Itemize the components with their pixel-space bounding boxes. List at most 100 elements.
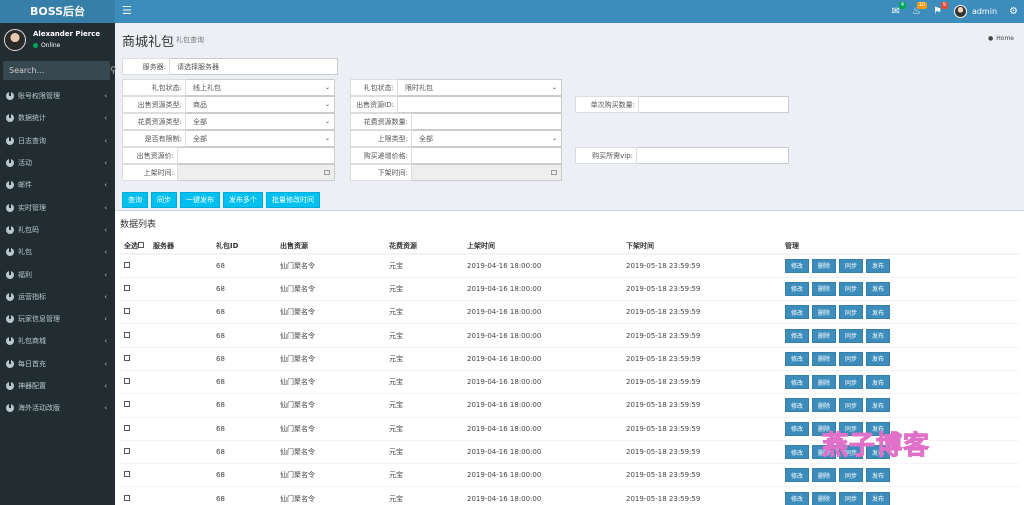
chevron-down-icon: ⌄	[551, 84, 557, 91]
row-publish-button[interactable]: 发布	[866, 328, 891, 343]
flag-icon[interactable]: ⚑ 9	[933, 1, 948, 18]
row-checkbox[interactable]	[124, 401, 130, 408]
row-publish-button[interactable]: 发布	[866, 305, 891, 320]
search-input[interactable]	[3, 66, 110, 75]
buy-price-input[interactable]	[412, 147, 562, 164]
sell-type-select[interactable]: 商品 ⌄	[186, 96, 335, 113]
row-publish-button[interactable]: 发布	[866, 468, 891, 483]
sidebar-item[interactable]: 神器配置 ‹	[0, 375, 115, 397]
sidebar-item[interactable]: 玩家信息管理 ‹	[0, 308, 115, 330]
sell-id-input[interactable]	[398, 96, 562, 113]
edit-button[interactable]: 修改	[785, 491, 810, 505]
delete-button[interactable]: 删除	[812, 258, 837, 273]
row-checkbox[interactable]	[124, 308, 130, 315]
sidebar-item[interactable]: 礼包 ‹	[0, 241, 115, 263]
edit-button[interactable]: 修改	[785, 328, 810, 343]
edit-button[interactable]: 修改	[785, 281, 810, 296]
row-publish-button[interactable]: 发布	[866, 258, 891, 273]
sidebar-item[interactable]: 运营指标 ‹	[0, 286, 115, 308]
delete-button[interactable]: 删除	[812, 281, 837, 296]
sidebar-item[interactable]: 礼包码 ‹	[0, 219, 115, 241]
sidebar-item[interactable]: 实时管理 ‹	[0, 196, 115, 218]
edit-button[interactable]: 修改	[785, 258, 810, 273]
has-limit-select[interactable]: 全部 ⌄	[186, 130, 335, 147]
row-publish-button[interactable]: 发布	[866, 281, 891, 296]
app-logo[interactable]: BOSS后台	[0, 0, 115, 23]
user-menu[interactable]: admin	[953, 5, 997, 18]
col-manage: 管理	[781, 238, 1019, 255]
row-sync-button[interactable]: 同步	[839, 281, 864, 296]
sidebar-item[interactable]: 每日首充 ‹	[0, 353, 115, 375]
sidebar-item[interactable]: 福利 ‹	[0, 263, 115, 285]
row-checkbox[interactable]	[124, 471, 130, 478]
delete-button[interactable]: 删除	[812, 351, 837, 366]
delete-button[interactable]: 删除	[812, 375, 837, 390]
cost-qty-input[interactable]	[412, 113, 562, 130]
vip-input[interactable]	[637, 147, 789, 164]
edit-button[interactable]: 修改	[785, 421, 810, 436]
publish-one-button[interactable]: 一键发布	[180, 192, 220, 208]
user-status: Online	[33, 42, 60, 49]
calendar-icon[interactable]	[324, 170, 330, 175]
row-sync-button[interactable]: 同步	[839, 351, 864, 366]
row-sync-button[interactable]: 同步	[839, 398, 864, 413]
cost-type-select[interactable]: 全部 ⌄	[186, 113, 335, 130]
delete-button[interactable]: 删除	[812, 468, 837, 483]
sidebar-item[interactable]: 账号权限管理 ‹	[0, 85, 115, 107]
single-buy-input[interactable]	[639, 96, 789, 113]
row-checkbox[interactable]	[124, 284, 130, 291]
edit-button[interactable]: 修改	[785, 398, 810, 413]
edit-button[interactable]: 修改	[785, 468, 810, 483]
off-time-input[interactable]	[412, 164, 562, 181]
row-sync-button[interactable]: 同步	[839, 305, 864, 320]
row-checkbox[interactable]	[124, 331, 130, 338]
sidebar-item[interactable]: 数据统计 ‹	[0, 107, 115, 129]
select-all-header[interactable]: 全选	[120, 238, 149, 255]
limit-type-select[interactable]: 全部 ⌄	[412, 130, 562, 147]
batch-time-button[interactable]: 批量修改时间	[266, 192, 320, 208]
breadcrumb-home[interactable]: Home	[996, 35, 1014, 42]
server-select[interactable]: 请选择服务器	[170, 58, 338, 75]
delete-button[interactable]: 删除	[812, 491, 837, 505]
row-sync-button[interactable]: 同步	[839, 491, 864, 505]
row-checkbox[interactable]	[124, 424, 130, 431]
sidebar-item[interactable]: 日志查询 ‹	[0, 130, 115, 152]
sidebar-item[interactable]: 礼包商城 ‹	[0, 330, 115, 352]
sidebar-item[interactable]: 邮件 ‹	[0, 174, 115, 196]
edit-button[interactable]: 修改	[785, 375, 810, 390]
sidebar-item[interactable]: 活动 ‹	[0, 152, 115, 174]
edit-button[interactable]: 修改	[785, 445, 810, 460]
row-publish-button[interactable]: 发布	[866, 491, 891, 505]
row-sync-button[interactable]: 同步	[839, 258, 864, 273]
on-time-input[interactable]	[178, 164, 335, 181]
row-sync-button[interactable]: 同步	[839, 328, 864, 343]
select-all-checkbox[interactable]	[138, 241, 144, 248]
limit-status-select[interactable]: 限时礼包 ⌄	[398, 79, 562, 96]
row-sync-button[interactable]: 同步	[839, 375, 864, 390]
row-publish-button[interactable]: 发布	[866, 375, 891, 390]
row-checkbox[interactable]	[124, 261, 130, 268]
publish-many-button[interactable]: 发布多个	[223, 192, 263, 208]
envelope-icon[interactable]: ✉ 4	[892, 1, 907, 18]
query-button[interactable]: 查询	[122, 192, 148, 208]
row-publish-button[interactable]: 发布	[866, 398, 891, 413]
gears-icon[interactable]: ⚙	[1009, 6, 1018, 18]
bell-icon[interactable]: ♨ 10	[912, 1, 927, 18]
edit-button[interactable]: 修改	[785, 305, 810, 320]
gift-status-select[interactable]: 线上礼包 ⌄	[186, 79, 335, 96]
delete-button[interactable]: 删除	[812, 305, 837, 320]
sidebar-item[interactable]: 海外活动改版 ‹	[0, 397, 115, 419]
sync-button[interactable]: 同步	[151, 192, 177, 208]
row-checkbox[interactable]	[124, 494, 130, 501]
delete-button[interactable]: 删除	[812, 398, 837, 413]
edit-button[interactable]: 修改	[785, 351, 810, 366]
row-sync-button[interactable]: 同步	[839, 468, 864, 483]
calendar-icon[interactable]	[551, 170, 557, 175]
row-checkbox[interactable]	[124, 448, 130, 455]
row-checkbox[interactable]	[124, 378, 130, 385]
sell-price-input[interactable]	[178, 147, 335, 164]
delete-button[interactable]: 删除	[812, 328, 837, 343]
bars-icon[interactable]: ☰	[122, 5, 132, 17]
row-checkbox[interactable]	[124, 354, 130, 361]
row-publish-button[interactable]: 发布	[866, 351, 891, 366]
